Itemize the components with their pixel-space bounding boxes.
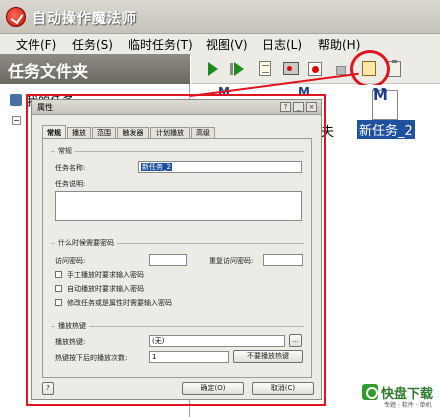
menu-temp-task[interactable]: 临时任务(T) [128,36,193,53]
annotation-circle [350,50,390,88]
play-icon[interactable] [205,61,221,77]
menu-view[interactable]: 视图(V) [206,36,248,53]
ok-button[interactable]: 确定(O) [182,382,244,395]
group-hotkey-label: 播放热键 [55,321,89,331]
group-general-label: 常规 [55,146,75,156]
task-desc-textarea[interactable] [55,191,302,221]
no-hotkey-button[interactable]: 不要播放热键 [233,350,303,363]
checkbox-modify-password[interactable] [55,299,62,306]
stop-icon[interactable] [307,61,323,77]
repeat-password-input[interactable] [263,254,303,266]
repeat-count-label: 热键按下后的播放次数: [55,354,128,362]
hotkey-input[interactable]: (无) [149,335,285,347]
watermark-subtext: 专题 · 软件 · 单机 [384,402,432,409]
checkbox-manual-play-password[interactable] [55,271,62,278]
checkbox-modify-label: 修改任务或是属性时需要输入密码 [67,299,172,307]
dialog-close-button[interactable]: × [306,102,317,112]
group-hotkey: 播放热键 [51,321,304,370]
group-password-label: 什么时候需要密码 [55,238,117,248]
menu-help[interactable]: 帮助(H) [318,36,360,53]
properties-dialog: 属性 ? _ × 常规 播放 范围 触发器 计划播放 高级 常规 任务名称: 新… [31,99,322,400]
tree-collapse-toggle[interactable]: − [12,116,21,125]
task-file-label-selected[interactable]: 新任务_2 [357,120,415,139]
menu-task[interactable]: 任务(S) [72,36,113,53]
task-file-letter: M [373,86,388,104]
password-label: 访问密码: [55,257,86,265]
dialog-minimize-button[interactable]: _ [293,102,304,112]
task-name-label: 任务名称: [55,164,86,172]
repeat-count-input[interactable]: 1 [149,351,229,363]
hotkey-label: 播放热键: [55,338,86,346]
title-bar: 自动操作魔法师 [0,0,440,34]
checkbox-auto-play-label: 自动播放时要求输入密码 [67,285,144,293]
dialog-help-button[interactable]: ? [280,102,291,112]
task-name-value: 新任务_2 [141,163,172,171]
edit-task-icon[interactable] [257,61,273,77]
cancel-button[interactable]: 取消(C) [252,382,314,395]
dialog-title: 属性 [37,103,53,112]
dialog-title-bar: 属性 ? _ × [32,100,321,115]
menu-log[interactable]: 日志(L) [262,36,302,53]
hotkey-browse-button[interactable]: ... [289,334,302,347]
task-desc-label: 任务说明: [55,180,86,188]
checkbox-manual-play-label: 手工播放时要求输入密码 [67,271,144,279]
folder-tree-icon [10,94,22,106]
watermark-logo-icon [362,384,378,400]
checkbox-auto-play-password[interactable] [55,285,62,292]
panel-header: 任务文件夹 [0,54,190,84]
step-play-icon[interactable] [229,61,245,77]
app-title: 自动操作魔法师 [32,11,137,27]
record-icon[interactable] [283,61,299,77]
repeat-password-label: 重复访问密码: [209,257,254,265]
tab-body-general: 常规 任务名称: 新任务_2 任务说明: 什么时候需要密码 访问密码: 重复访问… [42,138,312,378]
task-name-input[interactable]: 新任务_2 [138,161,302,173]
help-button[interactable]: ? [42,382,54,395]
menu-file[interactable]: 文件(F) [16,36,56,53]
app-logo-icon [6,7,26,27]
password-input[interactable] [149,254,187,266]
